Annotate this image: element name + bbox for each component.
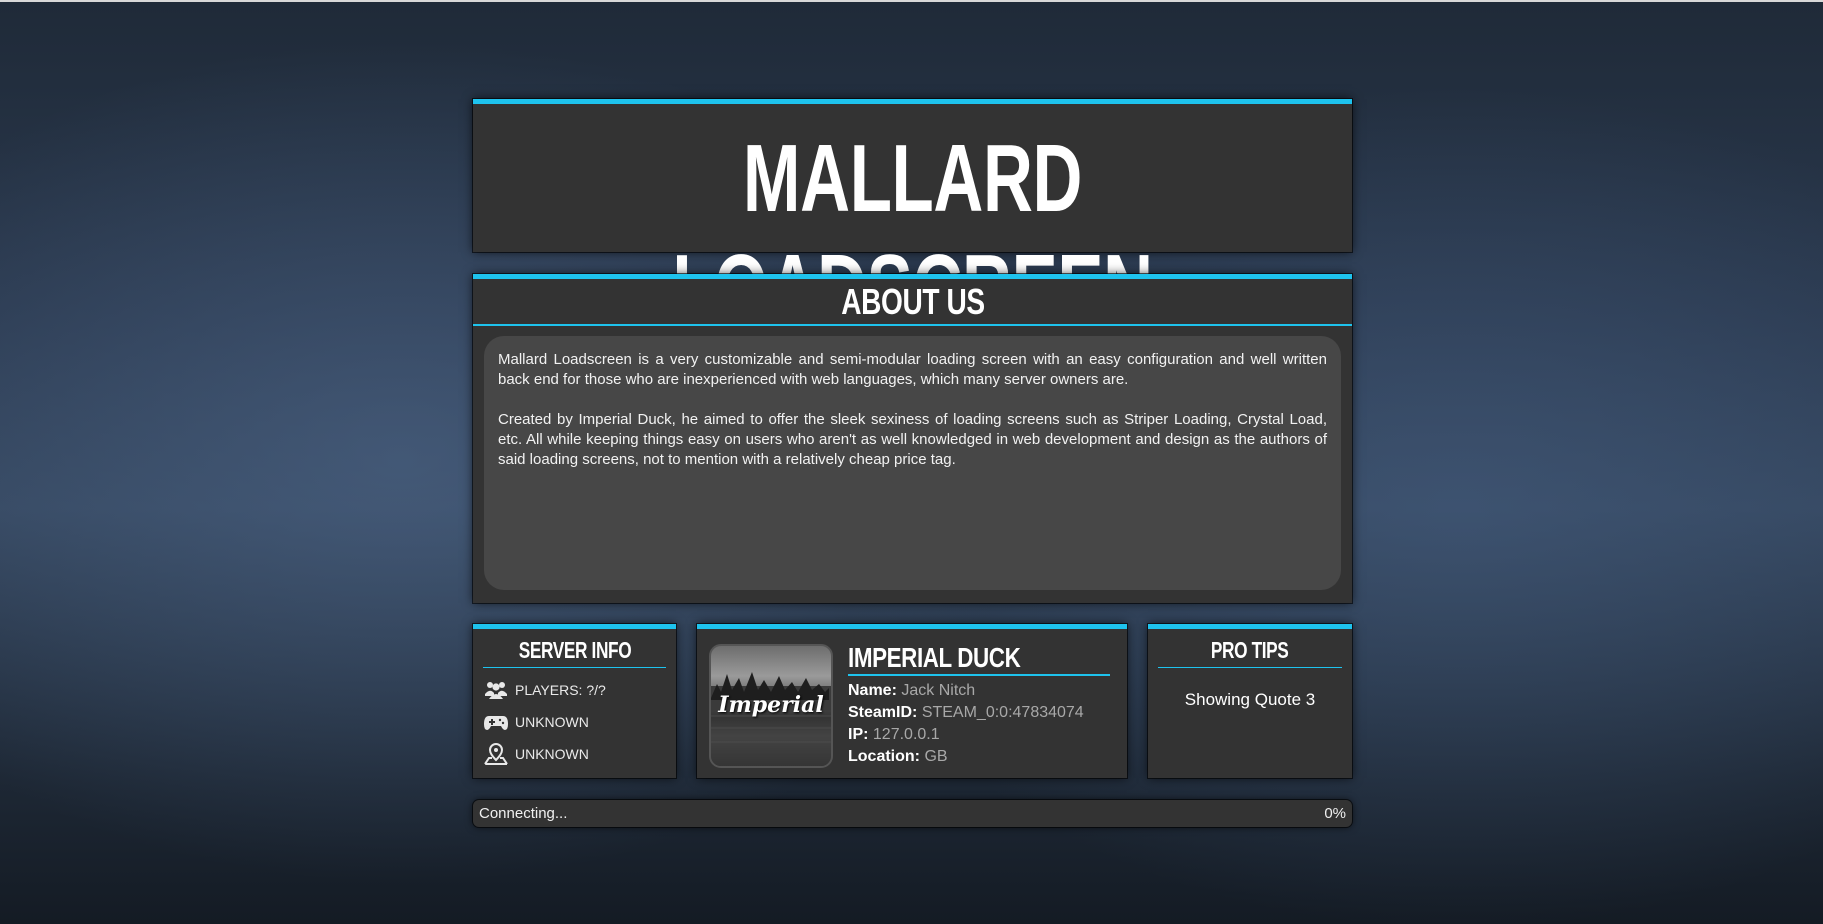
pro-tips-heading-wrap: PRO TIPS — [1158, 629, 1342, 668]
profile-value: GB — [924, 748, 948, 765]
server-info-heading: SERVER INFO — [518, 637, 631, 663]
profile-label: IP: — [848, 726, 869, 743]
progress-percent: 0% — [1324, 805, 1346, 822]
server-info-list: PLAYERS: ?/? UNKNOWN UNKNOWN — [473, 674, 676, 770]
about-paragraph: Created by Imperial Duck, he aimed to of… — [498, 411, 1327, 468]
gamepad-icon — [483, 711, 509, 733]
profile-label: Location: — [848, 748, 920, 765]
profile-row-name: Name: Jack Nitch — [848, 680, 1118, 702]
map-text: UNKNOWN — [515, 746, 589, 762]
top-border-line — [0, 0, 1823, 2]
profile-value: Jack Nitch — [901, 682, 976, 699]
title-panel: MALLARD LOADSCREEN — [473, 99, 1352, 342]
profile-details: Name: Jack Nitch SteamID: STEAM_0:0:4783… — [848, 680, 1118, 768]
server-info-row-map: UNKNOWN — [473, 738, 676, 770]
profile-label: SteamID: — [848, 704, 918, 721]
profile-panel: Imperial IMPERIAL DUCK Name: Jack Nitch … — [697, 624, 1127, 778]
server-info-panel: SERVER INFO PLAYERS: ?/? UNKNOWN UNKNOWN — [473, 624, 676, 778]
server-info-row-gamemode: UNKNOWN — [473, 706, 676, 738]
server-info-heading-wrap: SERVER INFO — [483, 629, 666, 668]
gamemode-text: UNKNOWN — [515, 714, 589, 730]
profile-value: 127.0.0.1 — [872, 726, 940, 743]
server-info-row-players: PLAYERS: ?/? — [473, 674, 676, 706]
profile-label: Name: — [848, 682, 897, 699]
about-paragraph: Mallard Loadscreen is a very customizabl… — [498, 351, 1327, 388]
users-icon — [483, 679, 509, 701]
pro-tips-heading: PRO TIPS — [1211, 637, 1289, 663]
loading-progress-bar: Connecting... 0% — [473, 800, 1352, 827]
avatar-signature: Imperial — [718, 692, 824, 718]
progress-status: Connecting... — [479, 805, 568, 822]
profile-row-steamid: SteamID: STEAM_0:0:47834074 — [848, 702, 1118, 724]
map-pin-icon — [483, 743, 509, 765]
about-content-box: Mallard Loadscreen is a very customizabl… — [484, 336, 1341, 590]
about-heading: ABOUT US — [840, 281, 985, 322]
players-count-text: PLAYERS: ?/? — [515, 682, 606, 698]
pro-tip-text: Showing Quote 3 — [1184, 690, 1316, 709]
profile-value: STEAM_0:0:47834074 — [921, 704, 1084, 721]
about-heading-wrap: ABOUT US — [473, 279, 1352, 326]
profile-name-wrap: IMPERIAL DUCK — [848, 642, 1110, 676]
pro-tips-panel: PRO TIPS Showing Quote 3 — [1148, 624, 1352, 778]
about-panel: ABOUT US Mallard Loadscreen is a very cu… — [473, 274, 1352, 603]
profile-name: IMPERIAL DUCK — [848, 642, 1021, 673]
profile-row-location: Location: GB — [848, 746, 1118, 768]
profile-row-ip: IP: 127.0.0.1 — [848, 724, 1118, 746]
avatar: Imperial — [709, 644, 833, 768]
